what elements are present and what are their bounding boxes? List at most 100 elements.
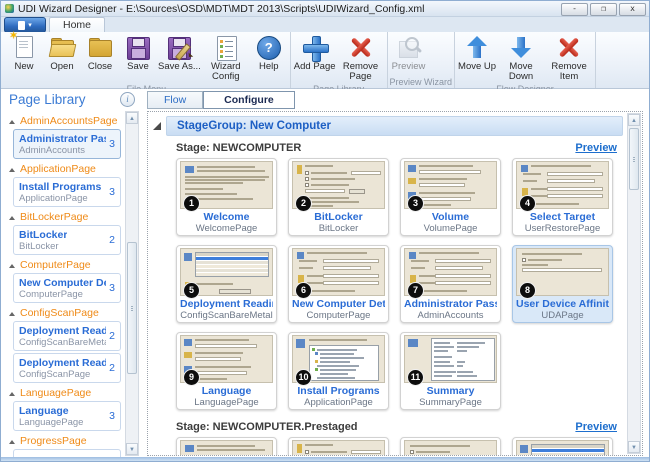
sidebar-item-install-programs[interactable]: Install ProgramsApplicationPage3: [13, 177, 121, 207]
scroll-down-icon[interactable]: ▼: [628, 441, 640, 453]
sidebar-item-title: New Computer Details: [19, 277, 106, 289]
page-card-user-device-affinity[interactable]: 8User Device AffinityUDAPage: [512, 245, 613, 323]
page-title-link[interactable]: New Computer Details: [292, 298, 385, 310]
stage-label: Stage: NEWCOMPUTER: [176, 142, 301, 154]
sidebar-item-deployment-readiness[interactable]: Deployment ReadinessConfigScanBareMetal2: [13, 321, 121, 351]
scroll-up-icon[interactable]: ▲: [126, 112, 138, 124]
wizard-config-button[interactable]: Wizard Config: [202, 33, 250, 83]
page-card-administrator-passw[interactable]: 7Administrator Passw...AdminAccounts: [400, 245, 501, 323]
scroll-down-icon[interactable]: ▼: [126, 443, 138, 455]
page-subtitle: ComputerPage: [292, 310, 385, 321]
stage-group-header[interactable]: StageGroup: New Computer: [166, 116, 623, 136]
page-card[interactable]: [176, 437, 277, 455]
page-title-link[interactable]: Language: [180, 385, 273, 397]
scrollbar-thumb[interactable]: [127, 242, 137, 374]
sidebar-group-computerpage[interactable]: ComputerPage: [7, 259, 123, 271]
sidebar-item-administrator-password[interactable]: Administrator PasswordAdminAccounts3: [13, 129, 121, 159]
new-button[interactable]: ✶New: [5, 33, 43, 73]
stage-group-title: StageGroup: New Computer: [177, 120, 331, 132]
page-card[interactable]: [288, 437, 389, 455]
sidebar-item-subtitle: AdminAccounts: [19, 145, 106, 156]
main-scrollbar[interactable]: ▲ ▼: [627, 113, 641, 454]
open-button[interactable]: Open: [43, 33, 81, 73]
sidebar-item-new-computer-details[interactable]: New Computer DetailsComputerPage3: [13, 273, 121, 303]
expander-icon[interactable]: [153, 122, 161, 130]
page-card-select-target[interactable]: 4Select TargetUserRestorePage: [512, 158, 613, 236]
sidebar-item-subtitle: ComputerPage: [19, 289, 106, 300]
sidebar-group-progresspage[interactable]: ProgressPage: [7, 435, 123, 447]
sidebar-header: Page Library i: [3, 89, 139, 109]
sidebar-group-applicationpage[interactable]: ApplicationPage: [7, 163, 123, 175]
remove-page-label: Remove Page: [338, 62, 384, 82]
save-label: Save: [120, 62, 156, 72]
save-button[interactable]: Save: [119, 33, 157, 73]
save-as-button[interactable]: Save As...: [157, 33, 202, 73]
sidebar-group-label: BitLockerPage: [20, 211, 88, 223]
minimize-button[interactable]: -: [561, 3, 588, 16]
page-title-link[interactable]: Summary: [404, 385, 497, 397]
page-title-link[interactable]: Welcome: [180, 211, 273, 223]
page-card-language[interactable]: 9LanguageLanguagePage: [176, 332, 277, 410]
page-number-badge: 5: [183, 282, 200, 299]
sidebar-item-bitlocker[interactable]: BitLockerBitLocker2: [13, 225, 121, 255]
save-as-label: Save As...: [158, 62, 201, 72]
page-card-bitlocker[interactable]: 2BitLockerBitLocker: [288, 158, 389, 236]
page-card-deployment-readiness[interactable]: 5Deployment ReadinessConfigScanBareMetal: [176, 245, 277, 323]
move-down-button[interactable]: Move Down: [497, 33, 545, 83]
add-page-button[interactable]: Add Page: [293, 33, 337, 73]
page-card[interactable]: [512, 437, 613, 455]
page-title-link[interactable]: BitLocker: [292, 211, 385, 223]
collapse-caret-icon: [9, 213, 15, 220]
page-card[interactable]: [400, 437, 501, 455]
close-button[interactable]: Close: [81, 33, 119, 73]
sidebar-group-configscanpage[interactable]: ConfigScanPage: [7, 307, 123, 319]
sidebar-item-subtitle: ApplicationPage: [19, 193, 101, 204]
chevron-down-icon: ▾: [28, 22, 32, 29]
page-card-install-programs[interactable]: 10Install ProgramsApplicationPage: [288, 332, 389, 410]
remove-x-icon: [345, 34, 377, 62]
sidebar-scrollbar[interactable]: ▲ ▼: [125, 111, 139, 456]
help-button[interactable]: ?Help: [250, 33, 288, 73]
page-number-badge: 3: [407, 195, 424, 212]
sidebar-item-count: 3: [109, 410, 115, 422]
page-title-link[interactable]: Install Programs: [292, 385, 385, 397]
page-card-welcome[interactable]: 1WelcomeWelcomePage: [176, 158, 277, 236]
scroll-up-icon[interactable]: ▲: [628, 114, 640, 126]
page-card-new-computer-details[interactable]: 6New Computer DetailsComputerPage: [288, 245, 389, 323]
tab-flow[interactable]: Flow: [147, 91, 203, 109]
new-label: New: [6, 62, 42, 72]
page-card-volume[interactable]: 3VolumeVolumePage: [400, 158, 501, 236]
scrollbar-thumb[interactable]: [629, 128, 639, 190]
close-button[interactable]: x: [619, 3, 646, 16]
page-title-link[interactable]: Volume: [404, 211, 497, 223]
remove-item-button[interactable]: Remove Item: [545, 33, 593, 83]
page-title-link[interactable]: Administrator Passw...: [404, 298, 497, 310]
restore-button[interactable]: ❐: [590, 3, 617, 16]
page-title-link[interactable]: Select Target: [516, 211, 609, 223]
stage-header-stage-newcomputer-prestaged: Stage: NEWCOMPUTER.PrestagedPreview: [176, 419, 617, 434]
sidebar-item-deployment-readiness[interactable]: Deployment ReadinessConfigScanPage2: [13, 353, 121, 383]
page-card-summary[interactable]: 11SummarySummaryPage: [400, 332, 501, 410]
sidebar-item-empty[interactable]: [13, 449, 121, 457]
collapse-caret-icon: [9, 309, 15, 316]
info-icon[interactable]: i: [120, 92, 135, 107]
sidebar-group-languagepage[interactable]: LanguagePage: [7, 387, 123, 399]
page-thumbnail: [404, 440, 497, 455]
sidebar-group-bitlockerpage[interactable]: BitLockerPage: [7, 211, 123, 223]
preview-button[interactable]: Preview: [390, 33, 428, 73]
move-up-button[interactable]: Move Up: [457, 33, 497, 73]
tab-home[interactable]: Home: [49, 17, 105, 33]
preview-link[interactable]: Preview: [575, 421, 617, 433]
page-subtitle: WelcomePage: [180, 223, 273, 234]
preview-link[interactable]: Preview: [575, 142, 617, 154]
page-title-link[interactable]: Deployment Readiness: [180, 298, 273, 310]
tab-configure[interactable]: Configure: [203, 91, 295, 109]
flow-panel-inner: StageGroup: New Computer Stage: NEWCOMPU…: [150, 114, 625, 455]
collapse-caret-icon: [9, 165, 15, 172]
page-subtitle: UserRestorePage: [516, 223, 609, 234]
sidebar-group-adminaccountspage[interactable]: AdminAccountsPage: [7, 115, 123, 127]
remove-page-button[interactable]: Remove Page: [337, 33, 385, 83]
sidebar-item-language[interactable]: LanguageLanguagePage3: [13, 401, 121, 431]
page-title-link[interactable]: User Device Affinity: [516, 298, 609, 310]
ribbon-group-flow-designer: Move UpMove DownRemove ItemFlow Designer: [455, 32, 596, 88]
